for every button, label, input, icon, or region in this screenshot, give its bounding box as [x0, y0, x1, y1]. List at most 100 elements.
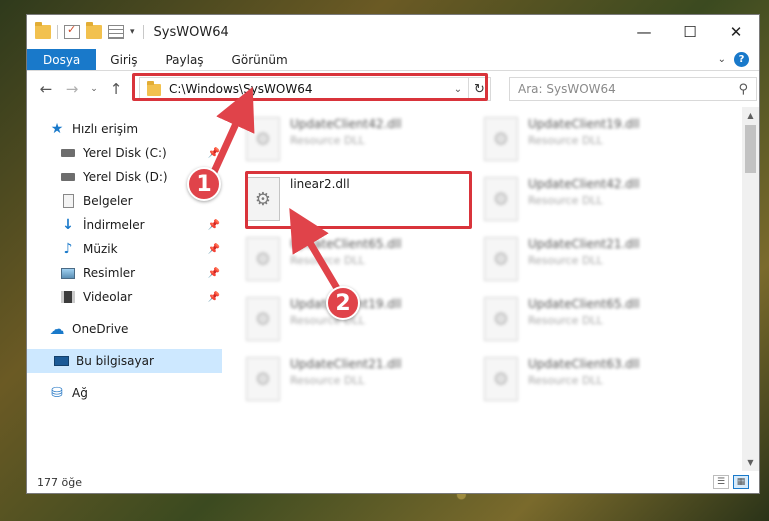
file-type: Resource DLL — [528, 194, 603, 207]
sidebar-item-this-pc[interactable]: Bu bilgisayar — [27, 349, 222, 373]
file-name: UpdateClient42.dll — [290, 117, 402, 131]
file-type: Resource DLL — [528, 254, 603, 267]
up-button[interactable]: ↑ — [105, 78, 127, 100]
address-path[interactable]: C:\Windows\SysWOW64 — [169, 82, 313, 96]
sidebar-item-label: Videolar — [83, 290, 133, 304]
pictures-icon — [60, 266, 76, 280]
navigation-bar: ← → ⌄ ↑ C:\Windows\SysWOW64 ⌄ ↻ Ara: Sys… — [27, 71, 759, 107]
quick-access-dropdown[interactable]: ▾ — [130, 27, 135, 37]
cloud-icon: ☁ — [49, 320, 65, 338]
file-item[interactable]: ⚙ UpdateClient65.dll Resource DLL — [484, 293, 704, 349]
details-view-icon[interactable]: ☰ — [713, 475, 729, 489]
view-controls: ☰ ▦ — [713, 475, 749, 489]
file-item[interactable]: ⚙ UpdateClient42.dll Resource DLL — [246, 113, 466, 169]
file-item[interactable]: ⚙ UpdateClient21.dll Resource DLL — [484, 233, 704, 289]
pin-icon[interactable]: 📌 — [208, 292, 220, 303]
status-bar: 177 öğe ☰ ▦ — [27, 471, 759, 493]
sidebar-item-label: Bu bilgisayar — [76, 354, 154, 368]
scroll-down-icon[interactable]: ▼ — [742, 454, 759, 471]
tab-view[interactable]: Görünüm — [218, 49, 302, 70]
sidebar-item-downloads[interactable]: ↓ İndirmeler 📌 — [27, 213, 222, 237]
computer-icon — [53, 354, 69, 368]
address-folder-icon — [147, 81, 161, 96]
minimize-button[interactable]: — — [621, 15, 667, 49]
dll-file-icon: ⚙ — [484, 357, 518, 401]
customize-icon[interactable] — [108, 25, 124, 39]
tab-share[interactable]: Paylaş — [151, 49, 217, 70]
sidebar-item-videos[interactable]: Videolar 📌 — [27, 285, 222, 309]
pin-icon[interactable]: 📌 — [208, 268, 220, 279]
quick-access-toolbar: ▾ — [27, 22, 135, 39]
sidebar-item-quick-access[interactable]: ★ Hızlı erişim — [27, 117, 222, 141]
sidebar-item-label: İndirmeler — [83, 218, 145, 232]
title-divider — [142, 25, 144, 39]
pin-icon[interactable]: 📌 — [208, 244, 220, 255]
scroll-up-icon[interactable]: ▲ — [742, 107, 759, 124]
back-button[interactable]: ← — [35, 78, 57, 100]
sidebar-item-label: Ağ — [72, 386, 88, 400]
file-type: Resource DLL — [290, 374, 365, 387]
file-item[interactable]: ⚙ UpdateClient42.dll Resource DLL — [484, 173, 704, 229]
file-item[interactable]: ⚙ UpdateClient21.dll Resource DLL — [246, 353, 466, 409]
file-name: UpdateClient42.dll — [528, 177, 640, 191]
tiles-view-icon[interactable]: ▦ — [733, 475, 749, 489]
dll-file-icon: ⚙ — [246, 117, 280, 161]
tab-home[interactable]: Giriş — [96, 49, 151, 70]
sidebar-item-pictures[interactable]: Resimler 📌 — [27, 261, 222, 285]
maximize-button[interactable]: ☐ — [667, 15, 713, 49]
search-box[interactable]: Ara: SysWOW64 ⚲ — [509, 77, 757, 101]
dll-file-icon: ⚙ — [484, 237, 518, 281]
pin-icon[interactable]: 📌 — [208, 148, 220, 159]
network-icon: ⛁ — [51, 385, 63, 401]
title-bar: ▾ SysWOW64 — ☐ ✕ — [27, 15, 759, 49]
address-dropdown-icon[interactable]: ⌄ — [448, 84, 468, 95]
search-input[interactable]: Ara: SysWOW64 — [518, 82, 616, 96]
scroll-thumb[interactable] — [745, 125, 756, 173]
window-title: SysWOW64 — [153, 24, 229, 40]
address-bar[interactable]: C:\Windows\SysWOW64 ⌄ ↻ — [139, 77, 491, 101]
close-button[interactable]: ✕ — [713, 15, 759, 49]
sidebar-item-disk-c[interactable]: Yerel Disk (C:) 📌 — [27, 141, 222, 165]
recent-locations-button[interactable]: ⌄ — [87, 78, 101, 100]
sidebar-item-music[interactable]: ♪ Müzik 📌 — [27, 237, 222, 261]
dll-file-icon: ⚙ — [246, 297, 280, 341]
pin-icon[interactable]: 📌 — [208, 220, 220, 231]
file-item[interactable]: ⚙ UpdateClient63.dll Resource DLL — [484, 353, 704, 409]
sidebar-item-label: Müzik — [83, 242, 118, 256]
properties-icon[interactable] — [64, 23, 80, 39]
main-area: ★ Hızlı erişim Yerel Disk (C:) 📌 Yerel D… — [27, 107, 759, 471]
new-folder-icon[interactable] — [86, 22, 102, 39]
videos-icon — [60, 290, 76, 304]
file-name: linear2.dll — [290, 177, 350, 191]
tab-file[interactable]: Dosya — [27, 49, 97, 70]
drive-icon — [60, 170, 76, 184]
dll-file-icon: ⚙ — [246, 177, 280, 221]
file-name: UpdateClient19.dll — [528, 117, 640, 131]
file-item-highlighted[interactable]: ⚙ linear2.dll — [246, 173, 466, 229]
expand-ribbon-icon[interactable]: ⌄ — [718, 54, 726, 65]
refresh-button[interactable]: ↻ — [468, 77, 490, 101]
dll-file-icon: ⚙ — [246, 237, 280, 281]
file-name: UpdateClient63.dll — [528, 357, 640, 371]
file-item[interactable]: ⚙ UpdateClient65.dll Resource DLL — [246, 233, 466, 289]
folder-icon[interactable] — [35, 22, 51, 39]
navigation-pane: ★ Hızlı erişim Yerel Disk (C:) 📌 Yerel D… — [27, 107, 222, 471]
file-type: Resource DLL — [528, 134, 603, 147]
help-icon[interactable]: ? — [734, 52, 749, 67]
star-icon: ★ — [50, 121, 64, 137]
file-type: Resource DLL — [290, 134, 365, 147]
step-1-badge: 1 — [187, 167, 221, 201]
search-icon: ⚲ — [738, 81, 748, 97]
forward-button[interactable]: → — [61, 78, 83, 100]
toolbar-divider — [57, 25, 58, 39]
sidebar-item-label: Belgeler — [83, 194, 133, 208]
documents-icon — [60, 194, 76, 208]
vertical-scrollbar[interactable]: ▲ ▼ — [742, 107, 759, 471]
sidebar-item-network[interactable]: ⛁ Ağ — [27, 381, 222, 405]
file-name: UpdateClient65.dll — [290, 237, 402, 251]
sidebar-item-onedrive[interactable]: ☁ OneDrive — [27, 317, 222, 341]
file-item[interactable]: ⚙ UpdateClient19.dll Resource DLL — [484, 113, 704, 169]
music-icon: ♪ — [63, 241, 73, 257]
